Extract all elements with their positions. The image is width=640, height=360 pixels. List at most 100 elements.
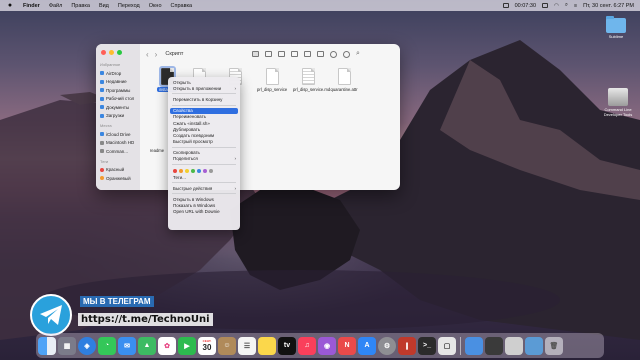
- menu-separator: [172, 146, 236, 148]
- finder-icon[interactable]: [38, 336, 56, 355]
- notes-icon[interactable]: [258, 336, 276, 355]
- music-icon[interactable]: ♫: [298, 336, 316, 355]
- reminders-icon[interactable]: ☰: [238, 336, 256, 355]
- back-arrow-icon[interactable]: ‹: [146, 50, 149, 59]
- menu-window[interactable]: Окно: [149, 3, 162, 9]
- group-icon[interactable]: [304, 51, 311, 57]
- desktop-icon-folder[interactable]: Sublime: [598, 16, 634, 40]
- tag-dot-icon: [100, 167, 104, 172]
- minimize-window-button[interactable]: [109, 50, 114, 55]
- menu-item-quick-actions[interactable]: Быстрые действия ›: [168, 185, 240, 191]
- contacts-icon[interactable]: ☺: [218, 336, 236, 355]
- file-item[interactable]: quarantine.attr: [329, 68, 359, 92]
- sidebar-section-title: Места: [100, 123, 112, 128]
- menu-item-quick-look[interactable]: Быстрый просмотр: [168, 139, 240, 145]
- search-icon[interactable]: ⌕: [356, 50, 360, 58]
- screenshot-thumbnail-icon[interactable]: [465, 336, 483, 355]
- list-view-icon[interactable]: [265, 51, 272, 57]
- clock-icon: [100, 79, 104, 84]
- sidebar-item-tag-orange[interactable]: Оранжевый: [96, 174, 140, 183]
- paper-plane-icon: [40, 305, 62, 325]
- battery-icon[interactable]: [542, 3, 549, 8]
- menu-item-open-with[interactable]: Открыть в приложении ›: [168, 85, 240, 91]
- tag-dot-icon: [100, 176, 104, 181]
- menu-item-open-url-downie[interactable]: Open URL with Downie: [168, 209, 240, 215]
- messages-icon[interactable]: ◔: [98, 336, 116, 355]
- app-icon[interactable]: ▢: [438, 336, 456, 355]
- menu-item-label: Быстрые действия: [173, 185, 213, 191]
- tag-green-icon[interactable]: [191, 168, 195, 173]
- parallels-icon[interactable]: ∥: [398, 336, 416, 355]
- search-icon[interactable]: ⌕: [565, 2, 568, 9]
- window-thumbnail-icon[interactable]: [485, 336, 503, 355]
- menu-item-move-to-trash[interactable]: Переместить в Корзину: [168, 96, 240, 102]
- zoom-window-button[interactable]: [117, 50, 122, 55]
- control-center-icon[interactable]: ≡: [574, 3, 577, 9]
- app-store-icon[interactable]: A: [358, 336, 376, 355]
- column-view-icon[interactable]: [278, 51, 285, 57]
- sidebar-item-macintosh-hd[interactable]: Macintosh HD: [96, 139, 140, 148]
- file-name: prl_disp_service.md: [293, 87, 331, 92]
- menu-edit[interactable]: Правка: [71, 3, 90, 9]
- mail-icon[interactable]: ✉: [118, 336, 136, 355]
- sidebar-item-airdrop[interactable]: AirDrop: [96, 69, 140, 78]
- desktop-icon-drive[interactable]: Command Line Developer Tools: [600, 88, 636, 117]
- sidebar-item-documents[interactable]: Документы: [96, 103, 140, 112]
- news-icon[interactable]: N: [338, 336, 356, 355]
- apple-tv-icon[interactable]: tv: [278, 336, 296, 355]
- more-icon[interactable]: [343, 50, 350, 58]
- sidebar-item-desktop[interactable]: Рабочий стол: [96, 95, 140, 104]
- tag-purple-icon[interactable]: [203, 168, 207, 173]
- forward-arrow-icon[interactable]: ›: [155, 50, 158, 59]
- menu-app-name[interactable]: Finder: [23, 3, 40, 9]
- maps-icon[interactable]: ▲: [138, 336, 156, 355]
- tag-yellow-icon[interactable]: [185, 168, 189, 173]
- menu-separator: [172, 164, 236, 166]
- promo-link[interactable]: https://t.me/TechnoUni: [78, 313, 213, 326]
- tag-orange-icon[interactable]: [179, 168, 183, 173]
- airdrop-icon: [100, 71, 104, 76]
- tag-icon[interactable]: [330, 50, 337, 58]
- gallery-view-icon[interactable]: [291, 51, 298, 57]
- file-item[interactable]: prl_disp_service: [257, 68, 287, 92]
- wifi-icon[interactable]: ◠: [554, 3, 559, 9]
- tag-blue-icon[interactable]: [197, 168, 201, 173]
- record-icon[interactable]: [502, 3, 509, 8]
- tag-gray-icon[interactable]: [209, 168, 213, 173]
- menu-item-tags[interactable]: Теги...: [168, 174, 240, 180]
- close-window-button[interactable]: [101, 50, 106, 55]
- sidebar-item-downloads[interactable]: Загрузки: [96, 112, 140, 121]
- sidebar-item-recents[interactable]: Недавние: [96, 78, 140, 87]
- calendar-icon[interactable]: СЕНТ. 30: [198, 336, 216, 355]
- sidebar-item-label: Macintosh HD: [106, 140, 135, 146]
- menu-go[interactable]: Переход: [118, 3, 140, 9]
- terminal-icon[interactable]: >_: [418, 336, 436, 355]
- file-item[interactable]: prl_disp_service.md: [293, 68, 330, 92]
- system-preferences-icon[interactable]: ⚙: [378, 336, 396, 355]
- dock: ▦ ◈ ◔ ✉ ▲ ✿ ▶ СЕНТ. 30 ☺ ☰ tv ♫ ◉ N A ⚙ ∥…: [36, 333, 604, 358]
- podcasts-icon[interactable]: ◉: [318, 336, 336, 355]
- menu-item-share[interactable]: Поделиться ›: [168, 156, 240, 162]
- trash-icon[interactable]: 🗑: [545, 336, 563, 355]
- dock-separator: [460, 336, 461, 355]
- share-icon[interactable]: [317, 51, 324, 57]
- tag-red-icon[interactable]: [173, 168, 177, 173]
- apple-menu-icon[interactable]: ●: [6, 2, 14, 9]
- menu-file[interactable]: Файл: [49, 3, 63, 9]
- menu-help[interactable]: Справка: [171, 3, 193, 9]
- launchpad-icon[interactable]: ▦: [58, 336, 76, 355]
- photos-icon[interactable]: ✿: [158, 336, 176, 355]
- folder-stack-icon[interactable]: [525, 336, 543, 355]
- document-file-icon: [265, 68, 279, 85]
- safari-icon[interactable]: ◈: [78, 336, 96, 355]
- icon-view-icon[interactable]: [252, 51, 259, 57]
- menu-clock[interactable]: Пт, 30 сент. 6:27 PM: [583, 3, 634, 9]
- sidebar-item-command-line[interactable]: Comman...: [96, 147, 140, 156]
- facetime-icon[interactable]: ▶: [178, 336, 196, 355]
- menu-view[interactable]: Вид: [99, 3, 109, 9]
- sidebar-item-applications[interactable]: Программы: [96, 86, 140, 95]
- sidebar-item-tag-red[interactable]: Красный: [96, 166, 140, 175]
- downloads-stack-icon[interactable]: [505, 336, 523, 355]
- sidebar-item-label: AirDrop: [106, 70, 122, 76]
- sidebar-item-icloud[interactable]: iCloud Drive: [96, 130, 140, 139]
